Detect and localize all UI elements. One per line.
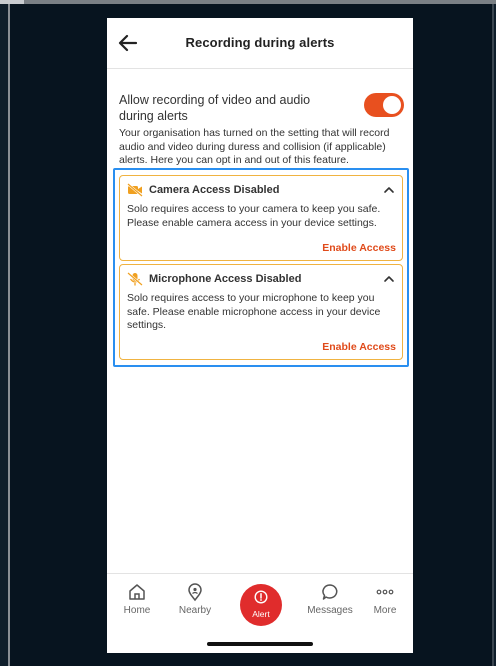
recording-setting-label: Allow recording of video and audio durin… — [119, 93, 311, 123]
microphone-access-card: Microphone Access Disabled Solo requires… — [119, 264, 403, 360]
chevron-up-icon[interactable] — [383, 274, 395, 284]
home-indicator[interactable] — [207, 642, 313, 646]
window-right-edge — [492, 4, 494, 666]
recording-setting-row: Allow recording of video and audio durin… — [119, 92, 405, 126]
nav-more-label: More — [373, 605, 397, 616]
recording-toggle[interactable] — [364, 93, 404, 117]
enable-microphone-access-button[interactable]: Enable Access — [322, 341, 396, 353]
nav-nearby-label: Nearby — [178, 605, 212, 616]
microphone-off-icon — [127, 272, 143, 286]
alert-icon — [254, 590, 268, 604]
camera-off-icon — [127, 183, 143, 197]
nav-messages[interactable]: Messages — [300, 582, 360, 616]
microphone-card-body: Solo requires access to your microphone … — [127, 292, 381, 331]
alert-button[interactable]: Alert — [240, 584, 282, 626]
app-header: Recording during alerts — [107, 18, 413, 69]
chevron-up-icon[interactable] — [383, 185, 395, 195]
bottom-navigation: Home Nearby Alert Messages More — [107, 573, 413, 653]
toggle-knob — [383, 96, 401, 114]
nav-home-label: Home — [123, 605, 151, 616]
enable-camera-access-button[interactable]: Enable Access — [322, 242, 396, 254]
microphone-card-title: Microphone Access Disabled — [149, 273, 302, 285]
alert-label: Alert — [252, 609, 270, 619]
location-pin-icon — [188, 583, 202, 602]
phone-screen: Recording during alerts Allow recording … — [107, 18, 413, 653]
page-title: Recording during alerts — [185, 35, 335, 50]
nav-more[interactable]: More — [355, 582, 413, 616]
nav-nearby[interactable]: Nearby — [165, 582, 225, 616]
nav-messages-label: Messages — [307, 605, 353, 616]
more-dots-icon — [376, 589, 394, 595]
camera-card-body: Solo requires access to your camera to k… — [127, 203, 381, 229]
camera-card-title: Camera Access Disabled — [149, 184, 280, 196]
camera-access-card: Camera Access Disabled Solo requires acc… — [119, 175, 403, 261]
organisation-note: Your organisation has turned on the sett… — [119, 127, 390, 166]
home-icon — [129, 584, 145, 600]
nav-home[interactable]: Home — [107, 582, 167, 616]
message-bubble-icon — [322, 584, 338, 600]
